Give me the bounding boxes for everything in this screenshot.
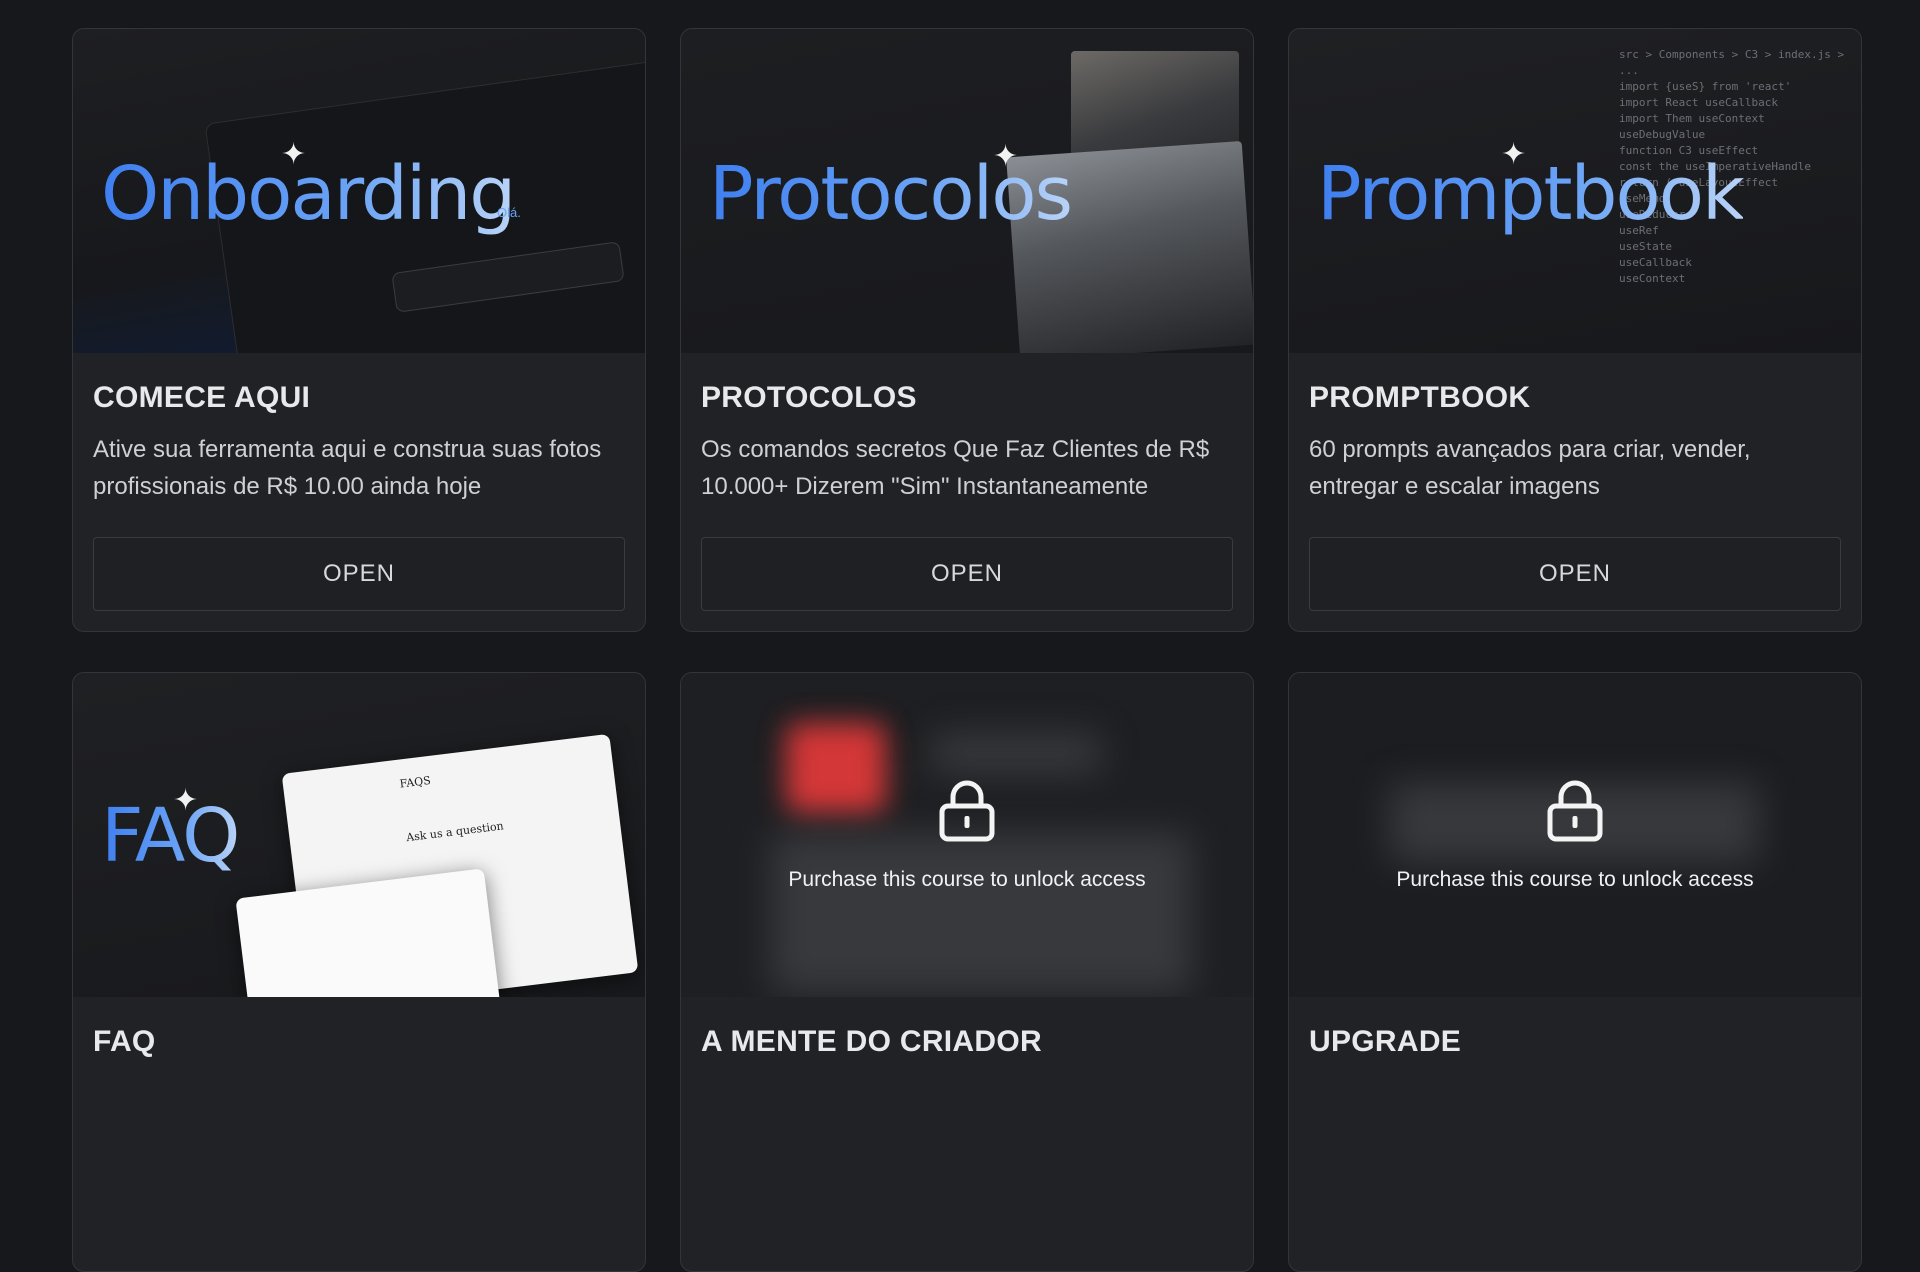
thumbnail-title: Onboarding [101,151,516,237]
card-description: Ative sua ferramenta aqui e construa sua… [93,436,602,500]
thumbnail-locked: Purchase this course to unlock access [681,673,1253,997]
course-card-onboarding[interactable]: ✦ Onboarding Olá. COMECE AQUI Ative sua … [72,28,646,632]
thumbnail-title: FAQ [101,793,240,879]
code-line: import Them useContext [1619,112,1765,125]
course-card-protocolos[interactable]: ✦ Protocolos PROTOCOLOS Os comandos secr… [680,28,1254,632]
lock-overlay: Purchase this course to unlock access [681,673,1253,997]
lock-message: Purchase this course to unlock access [1396,868,1754,891]
code-line: useCallback [1619,256,1692,269]
card-description: 60 prompts avançados para criar, vender,… [1309,436,1751,500]
thumbnail-promptbook: src > Components > C3 > index.js > ... i… [1289,29,1861,353]
lock-icon [939,780,995,842]
open-button[interactable]: OPEN [701,537,1233,611]
faq-sheet-title: FAQS [398,773,432,791]
thumbnail-locked: Purchase this course to unlock access [1289,673,1861,997]
card-title: UPGRADE [1309,1025,1462,1058]
open-button[interactable]: OPEN [1309,537,1841,611]
course-card-faq[interactable]: FAQS Ask us a question ✦ FAQ FAQ [72,672,646,1272]
code-line: import React useCallback [1619,96,1778,109]
faq-input-card [235,868,501,997]
card-description: Os comandos secretos Que Faz Clientes de… [701,436,1210,500]
code-line: src > Components > C3 > index.js > ... [1619,48,1845,77]
faq-sheet-question: Ask us a question [405,819,505,845]
card-title: PROMPTBOOK [1309,381,1531,414]
card-title: COMECE AQUI [93,381,311,414]
course-grid: ✦ Onboarding Olá. COMECE AQUI Ative sua … [72,28,1862,1272]
lock-message: Purchase this course to unlock access [788,868,1146,891]
thumbnail-protocolos: ✦ Protocolos [681,29,1253,353]
lock-icon [1547,780,1603,842]
thumbnail-onboarding: ✦ Onboarding Olá. [73,29,645,353]
thumbnail-title: Promptbook [1317,151,1745,237]
course-card-promptbook[interactable]: src > Components > C3 > index.js > ... i… [1288,28,1862,632]
thumbnail-title: Protocolos [709,151,1073,237]
course-card-upgrade[interactable]: Purchase this course to unlock access UP… [1288,672,1862,1272]
code-line: useContext [1619,272,1686,285]
open-button[interactable]: OPEN [93,537,625,611]
card-title: PROTOCOLOS [701,381,917,414]
code-line: useDebugValue [1619,128,1706,141]
card-title: A MENTE DO CRIADOR [701,1025,1042,1058]
code-line: import {useS} from 'react' [1619,80,1792,93]
code-line: useState [1619,240,1672,253]
thumbnail-faq: FAQS Ask us a question ✦ FAQ [73,673,645,997]
lock-overlay: Purchase this course to unlock access [1289,673,1861,997]
course-card-a-mente-do-criador[interactable]: Purchase this course to unlock access A … [680,672,1254,1272]
card-title: FAQ [93,1025,156,1058]
thumbnail-greeting: Olá. [497,205,521,220]
